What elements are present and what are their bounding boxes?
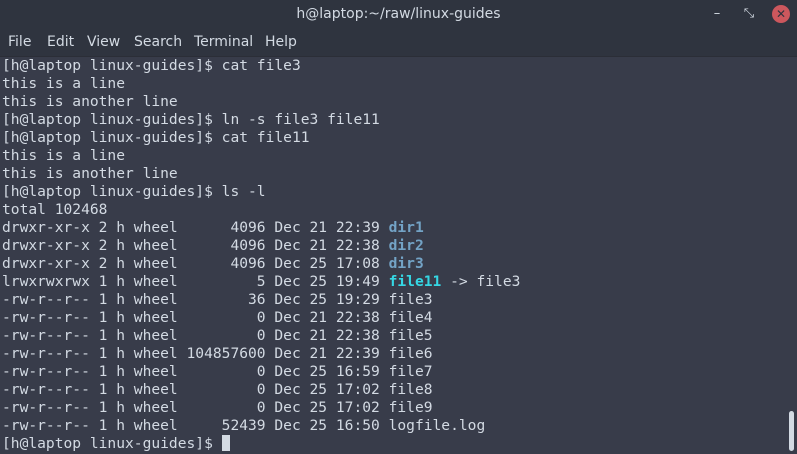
terminal-line: total 102468 [2, 201, 108, 218]
listing-meta: -rw-r--r-- 1 h wheel 0 Dec 25 17:02 [2, 399, 389, 416]
terminal-line: [h@laptop linux-guides]$ cat file11 [2, 129, 310, 146]
listing-meta: -rw-r--r-- 1 h wheel 0 Dec 25 16:59 [2, 363, 389, 380]
listing-meta: lrwxrwxrwx 1 h wheel 5 Dec 25 19:49 [2, 273, 389, 290]
listing-row: -rw-r--r-- 1 h wheel 52439 Dec 25 16:50 … [2, 417, 485, 435]
title-bar[interactable]: h@laptop:~/raw/linux-guides – ⤡ ✕ [0, 0, 797, 29]
listing-meta: -rw-r--r-- 1 h wheel 0 Dec 21 22:38 [2, 309, 389, 326]
prompt: [h@laptop linux-guides]$ [2, 435, 222, 452]
text-cursor [221, 435, 230, 451]
listing-row: -rw-r--r-- 1 h wheel 0 Dec 25 17:02 file… [2, 399, 433, 417]
scrollbar[interactable] [785, 57, 797, 454]
file-name: logfile.log [388, 417, 486, 434]
file-name: file6 [388, 345, 433, 362]
listing-row: drwxr-xr-x 2 h wheel 4096 Dec 25 17:08 d… [2, 255, 424, 273]
menu-bar: File Edit View Search Terminal Help [0, 29, 797, 57]
directory-name: dir1 [388, 219, 424, 236]
listing-row: drwxr-xr-x 2 h wheel 4096 Dec 21 22:38 d… [2, 237, 424, 255]
menu-edit[interactable]: Edit [47, 29, 74, 56]
terminal-window: h@laptop:~/raw/linux-guides – ⤡ ✕ File E… [0, 0, 797, 454]
maximize-icon[interactable]: ⤡ [740, 5, 758, 23]
terminal-line: this is a line [2, 147, 126, 164]
listing-meta: drwxr-xr-x 2 h wheel 4096 Dec 21 22:39 [2, 219, 389, 236]
terminal-line: [h@laptop linux-guides]$ cat file3 [2, 57, 301, 74]
terminal-line: [h@laptop linux-guides]$ ln -s file3 fil… [2, 111, 380, 128]
listing-meta: -rw-r--r-- 1 h wheel 0 Dec 21 22:38 [2, 327, 389, 344]
listing-row: -rw-r--r-- 1 h wheel 0 Dec 25 17:02 file… [2, 381, 433, 399]
terminal-line: this is another line [2, 93, 178, 110]
listing-row: drwxr-xr-x 2 h wheel 4096 Dec 21 22:39 d… [2, 219, 424, 237]
terminal-line: [h@laptop linux-guides]$ ls -l [2, 183, 266, 200]
terminal-output[interactable]: [h@laptop linux-guides]$ cat file3 this … [0, 57, 785, 454]
file-name: file8 [388, 381, 433, 398]
menu-help[interactable]: Help [265, 29, 297, 56]
menu-view[interactable]: View [87, 29, 120, 56]
close-icon[interactable]: ✕ [772, 5, 790, 23]
listing-row: -rw-r--r-- 1 h wheel 104857600 Dec 21 22… [2, 345, 433, 363]
directory-name: dir2 [388, 237, 424, 254]
minimize-icon[interactable]: – [708, 5, 726, 23]
listing-meta: drwxr-xr-x 2 h wheel 4096 Dec 25 17:08 [2, 255, 389, 272]
symlink-name: file11 [388, 273, 442, 290]
menu-file[interactable]: File [8, 29, 31, 56]
listing-meta: -rw-r--r-- 1 h wheel 0 Dec 25 17:02 [2, 381, 389, 398]
file-name: file7 [388, 363, 433, 380]
scrollbar-thumb[interactable] [789, 411, 794, 451]
file-name: file3 [388, 291, 433, 308]
menu-terminal[interactable]: Terminal [194, 29, 253, 56]
listing-row: -rw-r--r-- 1 h wheel 0 Dec 21 22:38 file… [2, 327, 433, 345]
file-name: file4 [388, 309, 433, 326]
listing-meta: -rw-r--r-- 1 h wheel 104857600 Dec 21 22… [2, 345, 389, 362]
listing-row: -rw-r--r-- 1 h wheel 36 Dec 25 19:29 fil… [2, 291, 433, 309]
file-name: file9 [388, 399, 433, 416]
listing-row: lrwxrwxrwx 1 h wheel 5 Dec 25 19:49 file… [2, 273, 520, 291]
menu-search[interactable]: Search [134, 29, 182, 56]
listing-meta: -rw-r--r-- 1 h wheel 36 Dec 25 19:29 [2, 291, 389, 308]
directory-name: dir3 [388, 255, 424, 272]
window-title: h@laptop:~/raw/linux-guides [296, 6, 501, 22]
symlink-target: -> file3 [441, 273, 521, 290]
listing-meta: drwxr-xr-x 2 h wheel 4096 Dec 21 22:38 [2, 237, 389, 254]
listing-meta: -rw-r--r-- 1 h wheel 52439 Dec 25 16:50 [2, 417, 389, 434]
listing-row: -rw-r--r-- 1 h wheel 0 Dec 25 16:59 file… [2, 363, 433, 381]
prompt-line[interactable]: [h@laptop linux-guides]$ [2, 435, 230, 453]
terminal-line: this is another line [2, 165, 178, 182]
file-name: file5 [388, 327, 433, 344]
listing-row: -rw-r--r-- 1 h wheel 0 Dec 21 22:38 file… [2, 309, 433, 327]
terminal-line: this is a line [2, 75, 126, 92]
